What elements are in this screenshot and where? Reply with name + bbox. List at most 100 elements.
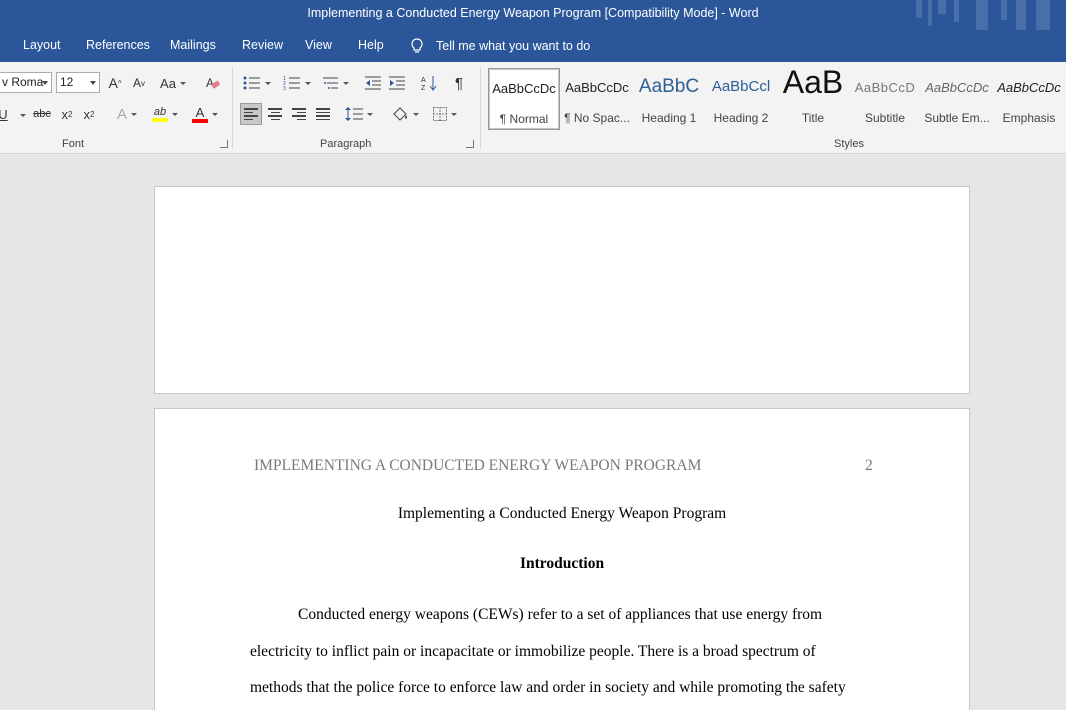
line-spacing-button[interactable]	[342, 103, 376, 125]
change-case-icon: Aa	[160, 75, 176, 91]
font-color-icon: A	[192, 106, 208, 123]
style-name: Heading 1	[641, 111, 697, 125]
text-effects-button[interactable]: A	[110, 103, 144, 125]
numbering-button[interactable]: 123	[280, 72, 314, 94]
page-1-bottom[interactable]	[154, 186, 970, 394]
body-line: electricity to inflict pain or incapacit…	[250, 643, 816, 660]
style-title[interactable]: AaB Title	[777, 68, 849, 130]
svg-text:A: A	[206, 76, 214, 90]
styles-group-label: Styles	[834, 138, 864, 150]
justify-icon	[316, 108, 330, 120]
shading-button[interactable]	[388, 103, 422, 125]
style-sample: AaB	[782, 68, 844, 100]
style-subtitle[interactable]: AaBbCcD Subtitle	[849, 68, 921, 130]
svg-text:3: 3	[283, 86, 286, 90]
bullets-icon	[243, 76, 260, 90]
increase-indent-icon	[389, 76, 405, 90]
sort-icon: AZ	[421, 76, 437, 91]
change-case-button[interactable]: Aa	[156, 72, 190, 94]
decrease-indent-icon	[365, 76, 381, 90]
tell-me-label: Tell me what you want to do	[436, 39, 591, 53]
numbering-icon: 123	[283, 76, 300, 90]
style-sample: AaBbCcl	[711, 78, 771, 95]
font-size-value: 12	[60, 75, 74, 89]
ribbon: v Roma 12 A ^ Av Aa A U abc x2 x2 A ab A…	[0, 62, 1066, 154]
tab-help[interactable]: Help	[358, 38, 384, 52]
style-heading-2[interactable]: AaBbCcl Heading 2	[705, 68, 777, 130]
tab-review[interactable]: Review	[242, 38, 283, 52]
paragraph-group-label: Paragraph	[320, 138, 372, 150]
align-left-icon	[244, 108, 258, 120]
style-emphasis[interactable]: AaBbCcDc Emphasis	[993, 68, 1065, 130]
bullets-button[interactable]	[240, 72, 274, 94]
ribbon-tabs: Layout References Mailings Review View H…	[0, 30, 1066, 62]
font-size-combo[interactable]: 12	[56, 72, 100, 93]
page-2[interactable]: IMPLEMENTING A CONDUCTED ENERGY WEAPON P…	[154, 408, 970, 710]
style-heading-1[interactable]: AaBbC Heading 1	[633, 68, 705, 130]
justify-button[interactable]	[312, 103, 334, 125]
style-name: Title	[801, 111, 825, 125]
tell-me-search[interactable]: Tell me what you want to do	[410, 38, 590, 54]
font-name-value: v Roma	[2, 75, 44, 89]
styles-gallery: AaBbCcDc ¶ Normal AaBbCcDc ¶ No Spac... …	[488, 68, 1066, 132]
style-name: Emphasis	[1002, 111, 1056, 125]
title-bar: Implementing a Conducted Energy Weapon P…	[0, 0, 1066, 30]
multilevel-list-button[interactable]	[318, 72, 352, 94]
multilevel-list-icon	[323, 77, 338, 89]
borders-icon	[433, 107, 447, 121]
borders-button[interactable]	[428, 103, 462, 125]
increase-indent-button[interactable]	[386, 72, 408, 94]
style-no-spacing[interactable]: AaBbCcDc ¶ No Spac...	[561, 68, 633, 130]
grow-font-icon: A	[108, 75, 118, 91]
sort-button[interactable]: AZ	[418, 72, 440, 94]
align-right-icon	[292, 108, 306, 120]
style-name: ¶ Normal	[499, 112, 549, 126]
tab-mailings[interactable]: Mailings	[170, 38, 216, 52]
tab-references[interactable]: References	[86, 38, 150, 52]
align-center-button[interactable]	[264, 103, 286, 125]
underline-button[interactable]: U	[0, 103, 10, 125]
underline-dropdown-icon[interactable]	[20, 114, 26, 117]
style-sample: AaBbCcDc	[925, 80, 989, 95]
font-group-label: Font	[62, 138, 85, 150]
lightbulb-icon	[411, 38, 423, 53]
tab-view[interactable]: View	[305, 38, 332, 52]
paint-bucket-icon	[393, 107, 407, 121]
text-effects-icon: A	[116, 105, 127, 123]
font-color-button[interactable]: A	[188, 103, 222, 125]
decrease-indent-button[interactable]	[362, 72, 384, 94]
style-normal[interactable]: AaBbCcDc ¶ Normal	[488, 68, 560, 130]
shrink-font-button[interactable]: Av	[128, 72, 150, 94]
separator	[232, 68, 233, 148]
font-dialog-launcher[interactable]	[220, 140, 228, 148]
highlight-icon: ab	[152, 106, 168, 122]
align-left-button[interactable]	[240, 103, 262, 125]
font-name-combo[interactable]: v Roma	[0, 72, 52, 93]
style-name: Heading 2	[713, 111, 769, 125]
clear-formatting-icon: A	[206, 76, 221, 90]
section-heading: Introduction	[519, 555, 605, 572]
style-sample: AaBbC	[638, 76, 700, 97]
clear-formatting-button[interactable]: A	[202, 72, 224, 94]
svg-text:A: A	[421, 77, 426, 84]
document-canvas[interactable]: IMPLEMENTING A CONDUCTED ENERGY WEAPON P…	[0, 155, 1066, 710]
style-name: Subtitle	[864, 111, 906, 125]
running-header: IMPLEMENTING A CONDUCTED ENERGY WEAPON P…	[254, 457, 702, 474]
paragraph-dialog-launcher[interactable]	[466, 140, 474, 148]
title-bar-decoration	[906, 0, 1066, 30]
strikethrough-button[interactable]: abc	[30, 103, 54, 125]
align-center-icon	[268, 108, 282, 120]
show-formatting-button[interactable]: ¶	[448, 72, 470, 94]
tab-layout[interactable]: Layout	[23, 38, 61, 52]
pilcrow-icon: ¶	[454, 74, 464, 92]
subscript-button[interactable]: x2	[58, 103, 76, 125]
document-title: Implementing a Conducted Energy Weapon P…	[397, 505, 727, 522]
grow-font-button[interactable]: A ^	[104, 72, 126, 94]
line-spacing-icon	[345, 107, 363, 121]
superscript-button[interactable]: x2	[80, 103, 98, 125]
align-right-button[interactable]	[288, 103, 310, 125]
style-subtle-emphasis[interactable]: AaBbCcDc Subtle Em...	[921, 68, 993, 130]
svg-text:Z: Z	[421, 85, 426, 91]
underline-icon: U	[0, 106, 8, 122]
highlight-button[interactable]: ab	[148, 103, 182, 125]
